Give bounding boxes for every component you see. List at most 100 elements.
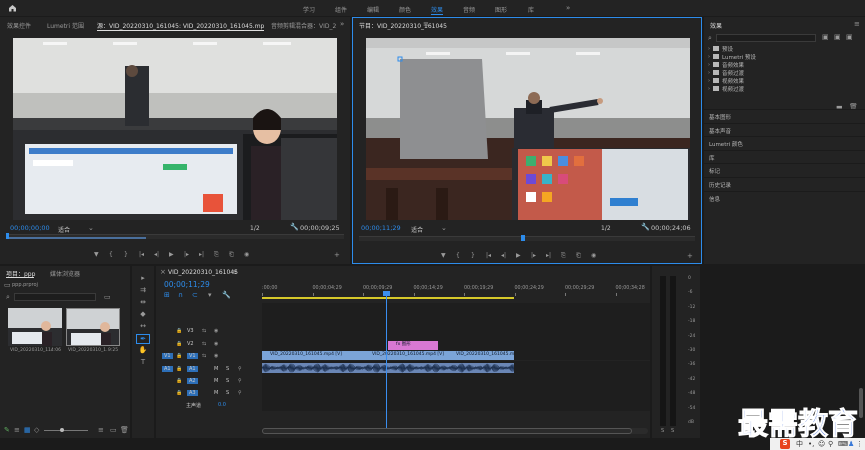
timeline-hscroll[interactable] <box>262 428 648 434</box>
workspace-tab-2[interactable]: 编辑 <box>367 5 379 14</box>
effects-item[interactable]: 视频效果 <box>722 77 744 85</box>
tab-lumetri-scopes[interactable]: Lumetri 范围 <box>47 21 84 30</box>
timeline-timecode[interactable]: 00;00;11;29 <box>164 280 210 289</box>
go-to-out-icon[interactable]: ▸| <box>546 252 551 260</box>
panel-menu-icon[interactable]: ≡ <box>423 20 429 28</box>
sync-lock-icon[interactable]: ⇆ <box>202 352 206 360</box>
panel-section-2[interactable]: Lumetri 颜色 <box>704 136 865 150</box>
play-icon[interactable]: ▶ <box>169 251 174 259</box>
keyboard-icon[interactable]: ⌨ <box>838 440 848 448</box>
workspace-tab-5[interactable]: 音频 <box>463 5 475 14</box>
add-button-icon[interactable]: + <box>687 252 693 260</box>
mark-in-icon[interactable]: { <box>456 252 460 260</box>
step-back-icon[interactable]: ◂| <box>154 251 159 259</box>
video-track-label[interactable]: V1 <box>187 353 198 359</box>
sort-icon[interactable]: ≡ <box>98 426 104 434</box>
program-resolution-select[interactable]: 1/2 <box>601 225 611 232</box>
timeline-settings-icon[interactable]: 🔧 <box>222 291 231 299</box>
zoom-slider-handle[interactable] <box>60 428 64 432</box>
export-frame-icon[interactable]: ◉ <box>244 251 249 259</box>
program-monitor-title[interactable]: 节目：VID_20220310_161045 <box>359 21 447 30</box>
tab-effect-controls[interactable]: 效果控件 <box>7 21 31 30</box>
source-patch-v1[interactable]: V1 <box>162 353 173 359</box>
marker-icon[interactable]: ▼ <box>441 252 446 260</box>
list-view-icon[interactable]: ≡ <box>14 426 20 434</box>
fit-dropdown-icon[interactable]: ⌄ <box>88 224 94 232</box>
effects-search-input[interactable] <box>716 34 816 42</box>
type-tool-icon[interactable]: T <box>136 358 150 366</box>
step-forward-icon[interactable]: |▸ <box>531 252 536 260</box>
video-clip-3[interactable]: VID_20220310_161045.mp4 <box>448 351 514 360</box>
overwrite-icon[interactable]: ⎗ <box>229 251 234 259</box>
program-fit-select[interactable]: 适合 <box>411 225 423 234</box>
user-icon[interactable]: ♟ <box>848 440 854 448</box>
thumb-2[interactable] <box>66 308 120 346</box>
marker-icon[interactable]: ▼ <box>94 251 99 259</box>
graphic-clip[interactable]: fx 图形 <box>388 341 438 350</box>
lock-icon[interactable]: 🔒 <box>176 352 182 360</box>
master-volume[interactable]: 0.0 <box>218 402 226 408</box>
lock-icon[interactable]: 🔒 <box>176 365 182 373</box>
lock-icon[interactable]: ✎ <box>4 426 10 434</box>
accelerated-effects-icon[interactable]: ▣ <box>822 33 829 41</box>
timeline-playhead[interactable] <box>386 292 387 428</box>
ripple-edit-icon[interactable]: ⇹ <box>136 298 150 306</box>
program-scrub-bar[interactable] <box>359 236 695 241</box>
more-workspaces-icon[interactable]: » <box>566 4 570 12</box>
fit-dropdown-icon[interactable]: ⌄ <box>441 224 447 232</box>
sync-lock-icon[interactable]: ⇆ <box>202 327 206 335</box>
workspace-tab-1[interactable]: 组件 <box>335 5 347 14</box>
sogou-icon[interactable]: S <box>780 439 790 449</box>
insert-icon[interactable]: ⎘ <box>561 252 566 260</box>
audio-track-label[interactable]: A3 <box>187 390 198 396</box>
effects-item[interactable]: 音频过渡 <box>722 69 744 77</box>
solo-button[interactable]: S <box>226 390 229 396</box>
mic-icon[interactable]: ⚲ <box>828 440 833 448</box>
chevron-right-icon[interactable]: › <box>708 69 710 77</box>
go-to-in-icon[interactable]: |◂ <box>139 251 144 259</box>
solo-button[interactable]: S <box>226 378 229 384</box>
step-forward-icon[interactable]: |▸ <box>184 251 189 259</box>
workspace-tab-3[interactable]: 颜色 <box>399 5 411 14</box>
playhead-handle[interactable] <box>383 291 390 296</box>
language-icon[interactable]: 中 <box>796 440 803 448</box>
go-to-out-icon[interactable]: ▸| <box>199 251 204 259</box>
mark-out-icon[interactable]: } <box>471 252 475 260</box>
panel-menu-icon[interactable]: ≡ <box>232 268 238 276</box>
source-patch-a1[interactable]: A1 <box>162 366 173 372</box>
panel-section-5[interactable]: 历史记录 <box>704 177 865 190</box>
go-to-in-icon[interactable]: |◂ <box>486 252 491 260</box>
lock-icon[interactable]: 🔒 <box>176 389 182 397</box>
icon-view-icon[interactable]: ▦ <box>24 426 31 434</box>
mute-button[interactable]: M <box>214 378 218 384</box>
tab-audio-clip-mixer[interactable]: 音频剪辑混合器：VID_2C <box>271 21 336 30</box>
source-playhead[interactable] <box>6 233 9 239</box>
panel-menu-icon[interactable]: » <box>340 20 344 28</box>
freeform-view-icon[interactable]: ◇ <box>34 426 39 434</box>
chevron-right-icon[interactable]: › <box>708 45 710 53</box>
lock-icon[interactable]: 🔒 <box>176 377 182 385</box>
program-playhead[interactable] <box>521 235 525 241</box>
pen-tool-icon[interactable]: ✒ <box>136 334 150 344</box>
program-timecode-current[interactable]: 00;00;11;29 <box>361 224 401 232</box>
audio-clip[interactable] <box>262 363 514 373</box>
lock-icon[interactable]: 🔒 <box>176 327 182 335</box>
panel-section-6[interactable]: 信息 <box>704 190 865 204</box>
workspace-tab-7[interactable]: 库 <box>528 5 534 14</box>
chevron-right-icon[interactable]: › <box>708 61 710 69</box>
new-item-icon[interactable]: ▭ <box>110 426 117 434</box>
workspace-tab-0[interactable]: 学习 <box>303 5 315 14</box>
workspace-tab-6[interactable]: 图形 <box>495 5 507 14</box>
eye-icon[interactable]: ◉ <box>214 327 218 335</box>
source-fit-select[interactable]: 适合 <box>58 225 70 234</box>
emoji-icon[interactable]: ☺ <box>818 440 825 448</box>
insert-icon[interactable]: ⎘ <box>214 251 219 259</box>
new-bin-icon[interactable]: ▭ <box>104 293 111 301</box>
effects-item[interactable]: 视频过渡 <box>722 85 744 93</box>
search-icon[interactable]: ⌕ <box>708 34 712 42</box>
panel-menu-icon[interactable]: ≡ <box>854 20 860 28</box>
mark-in-icon[interactable]: { <box>109 251 113 259</box>
overwrite-icon[interactable]: ⎗ <box>576 252 581 260</box>
lock-icon[interactable]: 🔒 <box>176 340 182 348</box>
video-clip-1[interactable]: VID_20220310_161045.mp4 [V] <box>262 351 364 360</box>
